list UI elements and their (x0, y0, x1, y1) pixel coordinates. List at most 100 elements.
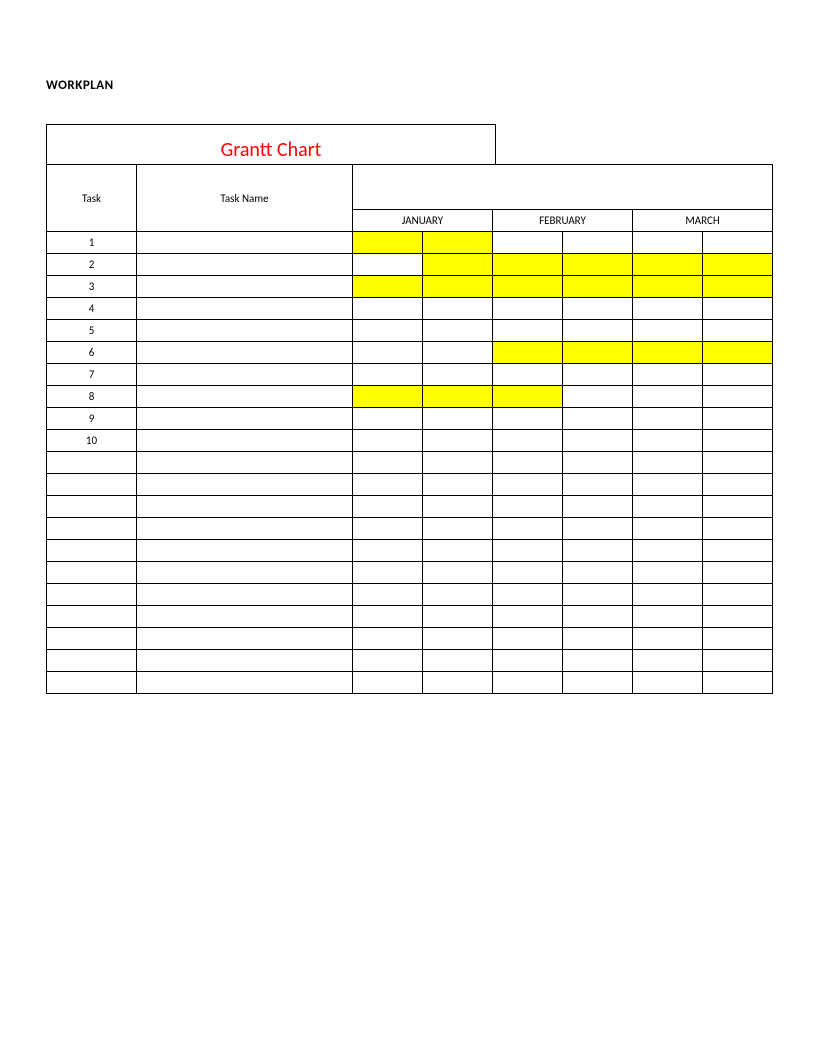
gantt-cell (353, 584, 423, 606)
table-row (47, 496, 773, 518)
gantt-cell (423, 364, 493, 386)
gantt-cell (563, 518, 633, 540)
task-name-cell (137, 496, 353, 518)
task-number (47, 562, 137, 584)
gantt-table: Task Task Name JANUARY FEBRUARY MARCH 12… (46, 164, 773, 694)
gantt-cell (633, 276, 703, 298)
task-name-cell (137, 628, 353, 650)
gantt-cell (633, 628, 703, 650)
task-number (47, 672, 137, 694)
task-name-cell (137, 650, 353, 672)
gantt-cell (423, 606, 493, 628)
gantt-cell (563, 364, 633, 386)
gantt-cell (493, 276, 563, 298)
gantt-cell (423, 672, 493, 694)
header-months-blank (353, 165, 773, 210)
gantt-cell (423, 276, 493, 298)
gantt-cell (563, 474, 633, 496)
table-row (47, 606, 773, 628)
task-name-cell (137, 584, 353, 606)
gantt-cell (493, 562, 563, 584)
task-number: 2 (47, 254, 137, 276)
gantt-cell (423, 430, 493, 452)
gantt-cell (633, 430, 703, 452)
gantt-cell (703, 232, 773, 254)
task-name-cell (137, 540, 353, 562)
gantt-cell (423, 232, 493, 254)
task-name-cell (137, 342, 353, 364)
gantt-cell (493, 474, 563, 496)
gantt-cell (633, 650, 703, 672)
gantt-cell (423, 518, 493, 540)
gantt-cell (563, 254, 633, 276)
gantt-cell (633, 320, 703, 342)
gantt-cell (423, 298, 493, 320)
table-row: 3 (47, 276, 773, 298)
gantt-cell (353, 342, 423, 364)
gantt-cell (353, 474, 423, 496)
gantt-cell (493, 386, 563, 408)
task-name-cell (137, 364, 353, 386)
gantt-cell (563, 606, 633, 628)
gantt-cell (353, 320, 423, 342)
gantt-cell (423, 628, 493, 650)
gantt-cell (353, 650, 423, 672)
header-month-1: FEBRUARY (493, 210, 633, 232)
task-number: 3 (47, 276, 137, 298)
table-row: 2 (47, 254, 773, 276)
task-name-cell (137, 606, 353, 628)
gantt-cell (563, 430, 633, 452)
task-number (47, 496, 137, 518)
gantt-cell (633, 496, 703, 518)
task-name-cell (137, 518, 353, 540)
table-row: 9 (47, 408, 773, 430)
gantt-cell (493, 408, 563, 430)
table-row (47, 584, 773, 606)
gantt-cell (423, 254, 493, 276)
gantt-cell (353, 562, 423, 584)
table-row (47, 540, 773, 562)
gantt-cell (423, 650, 493, 672)
task-number (47, 628, 137, 650)
gantt-cell (703, 452, 773, 474)
gantt-cell (633, 298, 703, 320)
gantt-cell (353, 540, 423, 562)
gantt-cell (493, 232, 563, 254)
gantt-cell (423, 496, 493, 518)
chart-title-box: Grantt Chart (46, 124, 496, 164)
gantt-cell (563, 562, 633, 584)
gantt-cell (493, 628, 563, 650)
gantt-cell (493, 452, 563, 474)
gantt-cell (563, 650, 633, 672)
gantt-cell (633, 606, 703, 628)
gantt-cell (353, 298, 423, 320)
gantt-cell (703, 408, 773, 430)
gantt-cell (633, 474, 703, 496)
header-month-0: JANUARY (353, 210, 493, 232)
gantt-cell (423, 320, 493, 342)
gantt-cell (703, 606, 773, 628)
table-row: 10 (47, 430, 773, 452)
gantt-cell (493, 606, 563, 628)
task-name-cell (137, 254, 353, 276)
table-row (47, 650, 773, 672)
header-task: Task (47, 165, 137, 232)
table-row (47, 452, 773, 474)
gantt-cell (703, 254, 773, 276)
gantt-cell (563, 452, 633, 474)
gantt-cell (563, 408, 633, 430)
gantt-cell (633, 408, 703, 430)
gantt-cell (493, 584, 563, 606)
gantt-cell (563, 298, 633, 320)
gantt-cell (493, 650, 563, 672)
gantt-cell (353, 232, 423, 254)
header-month-2: MARCH (633, 210, 773, 232)
task-name-cell (137, 452, 353, 474)
gantt-cell (353, 452, 423, 474)
task-number (47, 540, 137, 562)
gantt-cell (703, 650, 773, 672)
gantt-cell (563, 232, 633, 254)
task-number: 8 (47, 386, 137, 408)
gantt-cell (563, 386, 633, 408)
gantt-cell (563, 672, 633, 694)
